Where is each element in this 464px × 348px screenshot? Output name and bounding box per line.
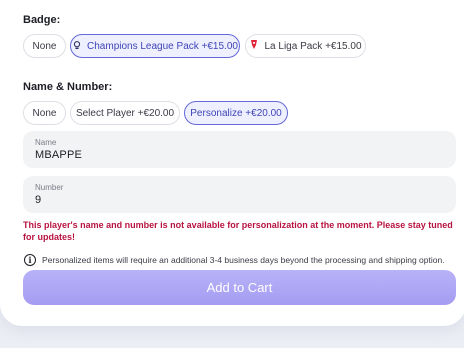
badge-option-none[interactable]: None (23, 34, 66, 58)
name-field-label: Name (35, 138, 57, 147)
name-field-value: MBAPPE (35, 149, 83, 161)
name-number-section-label: Name & Number: (23, 81, 113, 93)
badge-option-la-liga-label: La Liga Pack +€15.00 (264, 40, 362, 52)
name-number-option-personalize[interactable]: Personalize +€20.00 (184, 101, 288, 125)
name-number-option-none-label: None (32, 107, 57, 119)
personalization-error-message: This player's name and number is not ava… (23, 220, 453, 242)
info-icon: i (24, 254, 36, 266)
badge-option-champions-league[interactable]: Champions League Pack +€15.00 (70, 34, 240, 58)
badge-option-none-label: None (32, 40, 57, 52)
badge-option-champions-league-label: Champions League Pack +€15.00 (87, 40, 238, 52)
name-number-option-select-player-label: Select Player +€20.00 (75, 107, 175, 119)
la-liga-icon (249, 39, 259, 53)
info-notice-text: Personalized items will require an addit… (42, 255, 445, 265)
badge-section-label: Badge: (23, 14, 61, 26)
add-to-cart-button[interactable]: Add to Cart (23, 270, 456, 305)
number-field[interactable]: Number 9 (23, 176, 456, 213)
champions-league-icon (72, 40, 82, 53)
product-options-card: Badge: None Champions League Pack +€15.0… (0, 0, 464, 326)
name-number-option-personalize-label: Personalize +€20.00 (190, 107, 282, 119)
name-field[interactable]: Name MBAPPE (23, 131, 456, 168)
number-field-label: Number (35, 183, 64, 192)
badge-option-la-liga[interactable]: La Liga Pack +€15.00 (245, 34, 366, 58)
name-number-option-none[interactable]: None (23, 101, 66, 125)
name-number-option-select-player[interactable]: Select Player +€20.00 (70, 101, 180, 125)
info-notice: i Personalized items will require an add… (24, 254, 445, 266)
number-field-value: 9 (35, 194, 42, 206)
